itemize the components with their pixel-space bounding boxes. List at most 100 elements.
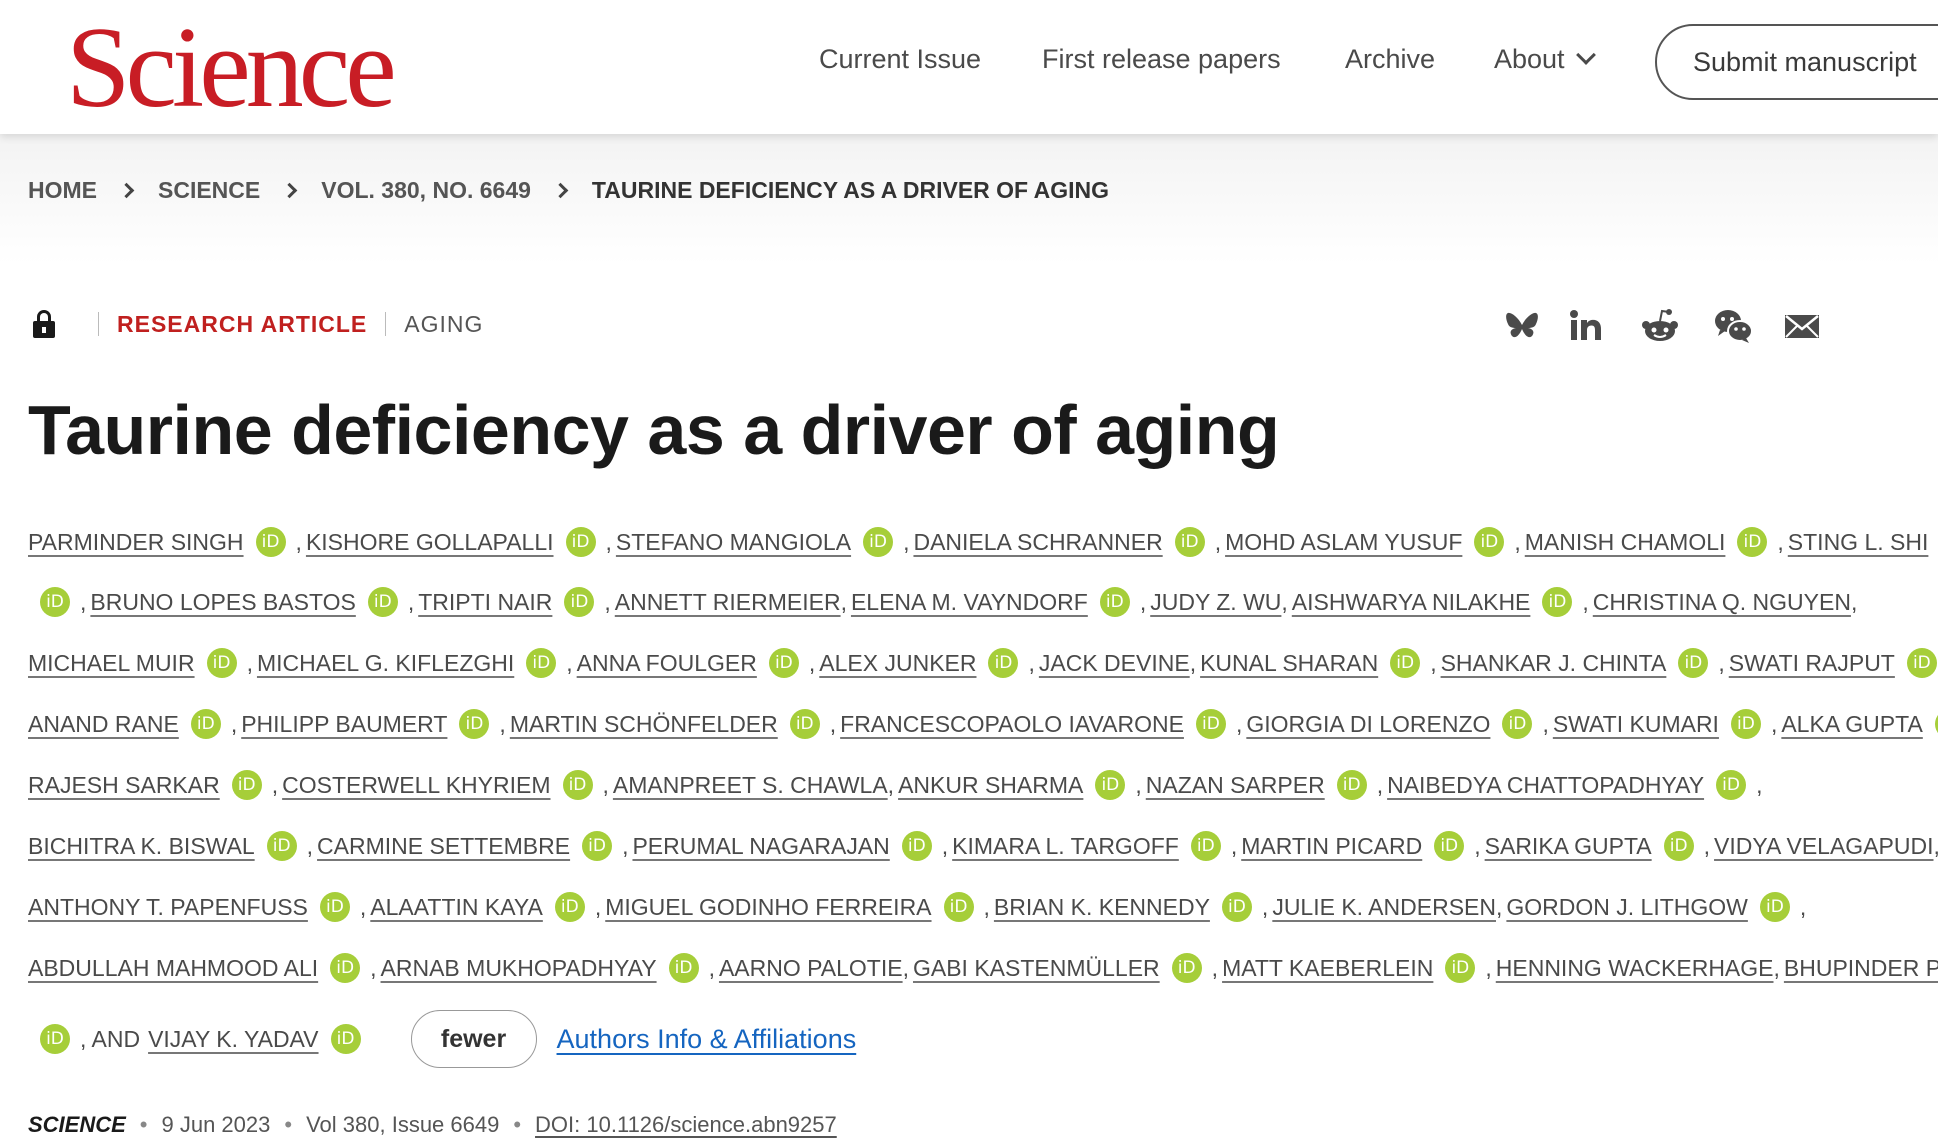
orcid-icon[interactable]: iD <box>190 709 221 739</box>
orcid-icon[interactable]: iD <box>526 648 557 678</box>
orcid-icon[interactable]: iD <box>266 831 297 861</box>
orcid-icon[interactable]: iD <box>1221 892 1252 922</box>
orcid-icon[interactable]: iD <box>1906 648 1937 678</box>
orcid-icon[interactable]: iD <box>330 953 361 983</box>
orcid-icon[interactable]: iD <box>988 648 1019 678</box>
author-link[interactable]: MARTIN PICARD <box>1241 833 1422 860</box>
orcid-icon[interactable]: iD <box>565 527 596 557</box>
orcid-icon[interactable]: iD <box>562 770 593 800</box>
orcid-icon[interactable]: iD <box>1678 648 1709 678</box>
author-link[interactable]: BHUPINDER PAL <box>1784 955 1938 982</box>
author-link[interactable]: ABDULLAH MAHMOOD ALI <box>28 955 318 982</box>
author-link[interactable]: ARNAB MUKHOPADHYAY <box>381 955 657 982</box>
author-link[interactable]: RAJESH SARKAR <box>28 772 220 799</box>
orcid-icon[interactable]: iD <box>1195 709 1226 739</box>
orcid-icon[interactable]: iD <box>901 831 932 861</box>
author-link[interactable]: JUDY Z. WU <box>1150 589 1281 616</box>
breadcrumb-home[interactable]: HOME <box>28 177 97 204</box>
orcid-icon[interactable]: iD <box>1445 953 1476 983</box>
author-link[interactable]: HENNING WACKERHAGE <box>1496 955 1774 982</box>
author-link[interactable]: MICHAEL MUIR <box>28 650 195 677</box>
orcid-icon[interactable]: iD <box>330 1024 361 1054</box>
author-link[interactable]: SWATI RAJPUT <box>1729 650 1895 677</box>
orcid-icon[interactable]: iD <box>582 831 613 861</box>
orcid-icon[interactable]: iD <box>1716 770 1747 800</box>
author-link[interactable]: SARIKA GUPTA <box>1485 833 1652 860</box>
author-link[interactable]: ALAATTIN KAYA <box>370 894 543 921</box>
orcid-icon[interactable]: iD <box>668 953 699 983</box>
orcid-icon[interactable]: iD <box>206 648 237 678</box>
orcid-icon[interactable]: iD <box>1474 527 1505 557</box>
reddit-icon[interactable] <box>1640 306 1680 346</box>
orcid-icon[interactable]: iD <box>1390 648 1421 678</box>
orcid-icon[interactable]: iD <box>319 892 350 922</box>
orcid-icon[interactable]: iD <box>40 1024 70 1054</box>
authors-info-affiliations-link[interactable]: Authors Info & Affiliations <box>557 1024 857 1055</box>
orcid-icon[interactable]: iD <box>1434 831 1465 861</box>
orcid-icon[interactable]: iD <box>367 587 398 617</box>
orcid-icon[interactable]: iD <box>231 770 262 800</box>
author-link[interactable]: ALEX JUNKER <box>819 650 976 677</box>
orcid-icon[interactable]: iD <box>459 709 490 739</box>
author-link[interactable]: JULIE K. ANDERSEN <box>1272 894 1496 921</box>
science-logo[interactable]: Science <box>66 10 397 126</box>
author-link[interactable]: VIJAY K. YADAV <box>148 1026 318 1053</box>
author-link[interactable]: TRIPTI NAIR <box>418 589 552 616</box>
author-link[interactable]: SWATI KUMARI <box>1553 711 1719 738</box>
orcid-icon[interactable]: iD <box>554 892 585 922</box>
author-link[interactable]: FRANCESCOPAOLO IAVARONE <box>840 711 1184 738</box>
linkedin-icon[interactable] <box>1566 306 1606 346</box>
author-link[interactable]: VIDYA VELAGAPUDI <box>1714 833 1933 860</box>
author-link[interactable]: COSTERWELL KHYRIEM <box>282 772 550 799</box>
author-link[interactable]: GABI KASTENMÜLLER <box>913 955 1160 982</box>
orcid-icon[interactable]: iD <box>1759 892 1790 922</box>
author-link[interactable]: ANNA FOULGER <box>577 650 757 677</box>
breadcrumb-science[interactable]: SCIENCE <box>158 177 260 204</box>
author-link[interactable]: AARNO PALOTIE <box>719 955 903 982</box>
nav-archive[interactable]: Archive <box>1345 44 1435 75</box>
author-link[interactable]: GORDON J. LITHGOW <box>1506 894 1748 921</box>
nav-about[interactable]: About <box>1494 44 1596 75</box>
fewer-authors-button[interactable]: fewer <box>410 1010 537 1068</box>
author-link[interactable]: NAIBEDYA CHATTOPADHYAY <box>1387 772 1704 799</box>
breadcrumb-volume[interactable]: VOL. 380, NO. 6649 <box>321 177 531 204</box>
author-link[interactable]: SHANKAR J. CHINTA <box>1441 650 1667 677</box>
author-link[interactable]: AMANPREET S. CHAWLA <box>613 772 888 799</box>
author-link[interactable]: KISHORE GOLLAPALLI <box>306 529 554 556</box>
author-link[interactable]: MANISH CHAMOLI <box>1525 529 1726 556</box>
author-link[interactable]: KUNAL SHARAN <box>1200 650 1378 677</box>
author-link[interactable]: ANAND RANE <box>28 711 179 738</box>
nav-current-issue[interactable]: Current Issue <box>819 44 981 75</box>
orcid-icon[interactable]: iD <box>1737 527 1768 557</box>
orcid-icon[interactable]: iD <box>1190 831 1221 861</box>
author-link[interactable]: MATT KAEBERLEIN <box>1222 955 1433 982</box>
author-link[interactable]: MIGUEL GODINHO FERREIRA <box>605 894 931 921</box>
orcid-icon[interactable]: iD <box>1095 770 1126 800</box>
author-link[interactable]: ELENA M. VAYNDORF <box>851 589 1088 616</box>
author-link[interactable]: ANTHONY T. PAPENFUSS <box>28 894 308 921</box>
doi-link[interactable]: DOI: 10.1126/science.abn9257 <box>535 1112 837 1138</box>
author-link[interactable]: CHRISTINA Q. NGUYEN <box>1593 589 1851 616</box>
author-link[interactable]: MICHAEL G. KIFLEZGHI <box>257 650 514 677</box>
author-link[interactable]: PHILIPP BAUMERT <box>241 711 447 738</box>
author-link[interactable]: BICHITRA K. BISWAL <box>28 833 255 860</box>
author-link[interactable]: STEFANO MANGIOLA <box>616 529 851 556</box>
author-link[interactable]: NAZAN SARPER <box>1146 772 1325 799</box>
author-link[interactable]: PARMINDER SINGH <box>28 529 244 556</box>
author-link[interactable]: BRUNO LOPES BASTOS <box>90 589 355 616</box>
author-link[interactable]: ALKA GUPTA <box>1781 711 1922 738</box>
author-link[interactable]: MARTIN SCHÖNFELDER <box>510 711 778 738</box>
author-link[interactable]: MOHD ASLAM YUSUF <box>1225 529 1462 556</box>
author-link[interactable]: STING L. SHI <box>1788 529 1929 556</box>
author-link[interactable]: PERUMAL NAGARAJAN <box>632 833 889 860</box>
nav-first-release-papers[interactable]: First release papers <box>1042 44 1281 75</box>
orcid-icon[interactable]: iD <box>1502 709 1533 739</box>
orcid-icon[interactable]: iD <box>1174 527 1205 557</box>
orcid-icon[interactable]: iD <box>768 648 799 678</box>
orcid-icon[interactable]: iD <box>1336 770 1367 800</box>
orcid-icon[interactable]: iD <box>255 527 286 557</box>
author-link[interactable]: CARMINE SETTEMBRE <box>317 833 570 860</box>
orcid-icon[interactable]: iD <box>1542 587 1573 617</box>
author-link[interactable]: BRIAN K. KENNEDY <box>994 894 1210 921</box>
author-link[interactable]: ANNETT RIERMEIER <box>615 589 841 616</box>
